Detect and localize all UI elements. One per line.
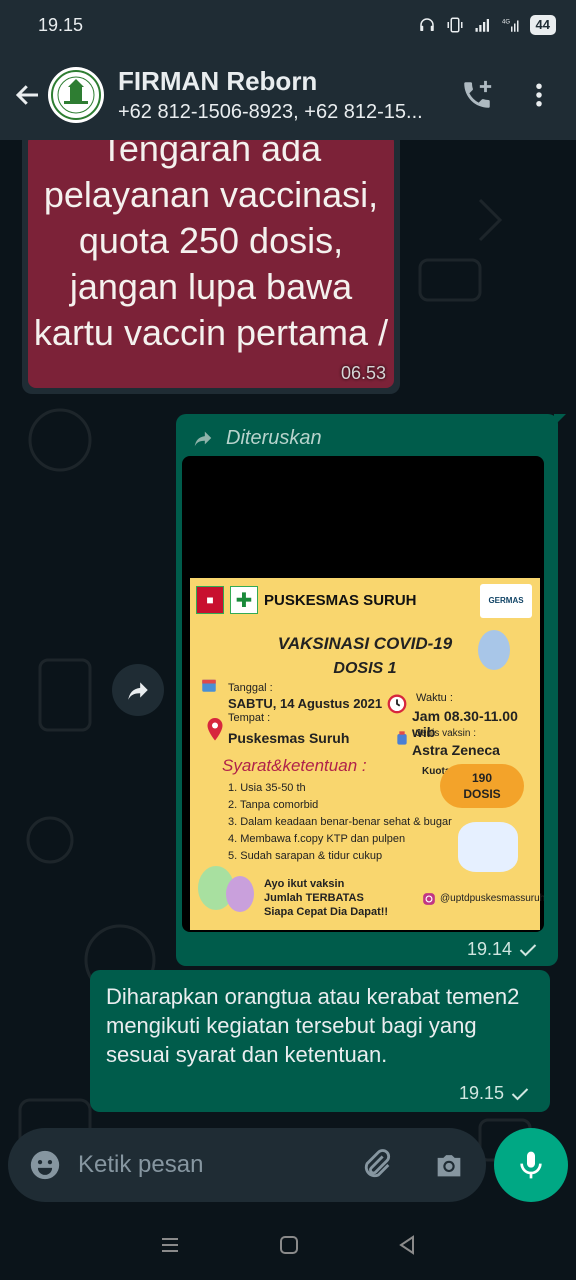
easter-egg-decoration: [226, 876, 254, 912]
message-bubble-forwarded[interactable]: Diteruskan ■ ✚ PUSKESMAS SURUH GERMAS VA…: [176, 414, 566, 966]
home-icon[interactable]: [277, 1233, 301, 1257]
poster-vaccine-label: Jenis vaksin :: [416, 728, 477, 739]
timestamp-text: 19.15: [458, 1083, 504, 1103]
4g-signal-icon: 4G: [502, 20, 519, 32]
message-image[interactable]: Tengarah ada pelayanan vaccinasi, quota …: [28, 140, 394, 388]
svg-text:4G: 4G: [502, 20, 510, 26]
single-check-icon: [511, 1087, 529, 1100]
poster-cta: Ayo ikut vaksin: [264, 878, 345, 890]
share-arrow-icon: [128, 682, 148, 700]
message-text: Diharapkan orangtua atau kerabat temen2 …: [106, 984, 520, 1067]
message-bubble-text[interactable]: Diharapkan orangtua atau kerabat temen2 …: [90, 970, 550, 1112]
chat-title: FIRMAN Reborn: [118, 66, 318, 96]
group-logo-icon: [51, 70, 101, 120]
regency-logo-icon: ■: [196, 586, 224, 614]
poster-cta: Jumlah TERBATAS: [264, 892, 364, 904]
poster-vaccine: Astra Zeneca: [412, 742, 500, 758]
germas-logo: GERMAS: [480, 584, 532, 618]
poster-cta: Siapa Cepat Dia Dapat!!: [264, 906, 389, 918]
poster-dose: DOSIS 1: [333, 660, 397, 677]
forwarded-image[interactable]: ■ ✚ PUSKESMAS SURUH GERMAS VAKSINASI COV…: [182, 456, 544, 932]
avatar[interactable]: [48, 67, 104, 123]
single-check-icon: [519, 943, 537, 956]
chat-area[interactable]: Tengarah ada pelayanan vaccinasi, quota …: [0, 140, 576, 1210]
vaccine-vial-icon: [397, 731, 407, 745]
poster-quota-unit: DOSIS: [463, 787, 501, 801]
microphone-icon: [520, 1151, 542, 1179]
vaccine-illustration: [458, 822, 518, 872]
message-timestamp: 19.14: [467, 939, 538, 960]
instagram-icon: [423, 893, 435, 905]
camera-icon[interactable]: [432, 1148, 466, 1182]
back-button[interactable]: [8, 80, 48, 110]
poster-title: VAKSINASI COVID-19: [277, 634, 453, 653]
health-cross-icon: ✚: [230, 586, 258, 614]
arrow-back-icon: [15, 85, 38, 105]
vaccination-poster: ■ ✚ PUSKESMAS SURUH GERMAS VAKSINASI COV…: [190, 578, 544, 930]
vibrate-icon: [447, 17, 463, 33]
status-bar: 19.15 4G 44: [0, 0, 576, 50]
chat-participants: +62 812-1506-8923, +62 812-15...: [118, 101, 423, 123]
poster-rule: 5. Sudah sarapan & tidur cukup: [228, 850, 383, 862]
poster-quota: 190: [471, 771, 493, 785]
recent-apps-icon[interactable]: [157, 1233, 183, 1257]
location-pin-icon: [207, 718, 223, 741]
message-composer[interactable]: Ketik pesan: [8, 1128, 486, 1202]
back-nav-icon[interactable]: [395, 1233, 419, 1257]
timestamp-text: 19.14: [466, 939, 512, 959]
message-input[interactable]: Ketik pesan: [78, 1151, 203, 1179]
chat-header: FIRMAN Reborn +62 812-1506-8923, +62 812…: [0, 50, 576, 140]
add-call-icon[interactable]: [460, 78, 494, 112]
emoji-icon[interactable]: [28, 1148, 62, 1182]
poster-rule: 2. Tanpa comorbid: [228, 799, 319, 811]
message-bubble-image[interactable]: Tengarah ada pelayanan vaccinasi, quota …: [22, 140, 400, 394]
poster-clinic-name: PUSKESMAS SURUH: [264, 591, 417, 609]
battery-indicator: 44: [529, 15, 556, 35]
alarm-clock-icon: [387, 694, 407, 714]
forwarded-label: Diteruskan: [182, 420, 552, 456]
status-icons: 4G 44: [418, 15, 556, 35]
system-nav-bar: [0, 1210, 576, 1280]
poster-instagram: @uptdpuskesmassuruh: [440, 893, 544, 904]
poster-place-label: Tempat :: [228, 712, 271, 724]
forwarded-text: Diteruskan: [226, 426, 322, 449]
image-caption-text: Tengarah ada pelayanan vaccinasi, quota …: [33, 140, 389, 353]
headphones-icon: [419, 18, 434, 31]
message-timestamp: 19.15: [459, 1083, 530, 1104]
more-vert-icon[interactable]: [524, 80, 554, 110]
poster-rules-title: Syarat&ketentuan :: [222, 756, 367, 775]
status-time: 19.15: [38, 14, 84, 35]
poster-time-label: Waktu :: [416, 692, 453, 704]
forward-share-button[interactable]: [112, 664, 164, 716]
poster-date: SABTU, 14 Agustus 2021: [228, 696, 383, 711]
poster-rule: 1. Usia 35-50 th: [228, 782, 306, 794]
chat-title-area[interactable]: FIRMAN Reborn +62 812-1506-8923, +62 812…: [118, 66, 438, 124]
calendar-icon: [202, 679, 216, 692]
attach-icon[interactable]: [360, 1148, 394, 1182]
poster-quota-badge: 190 DOSIS: [440, 764, 524, 808]
voice-record-button[interactable]: [494, 1128, 568, 1202]
message-timestamp: 06.53: [340, 363, 386, 383]
poster-rule: 3. Dalam keadaan benar-benar sehat & bug…: [228, 816, 452, 828]
poster-rule: 4. Membawa f.copy KTP dan pulpen: [228, 833, 406, 845]
poster-date-label: Tanggal :: [228, 682, 273, 694]
signal-icon: [475, 19, 489, 32]
forward-icon: [194, 431, 212, 447]
poster-place: Puskesmas Suruh: [228, 730, 350, 746]
